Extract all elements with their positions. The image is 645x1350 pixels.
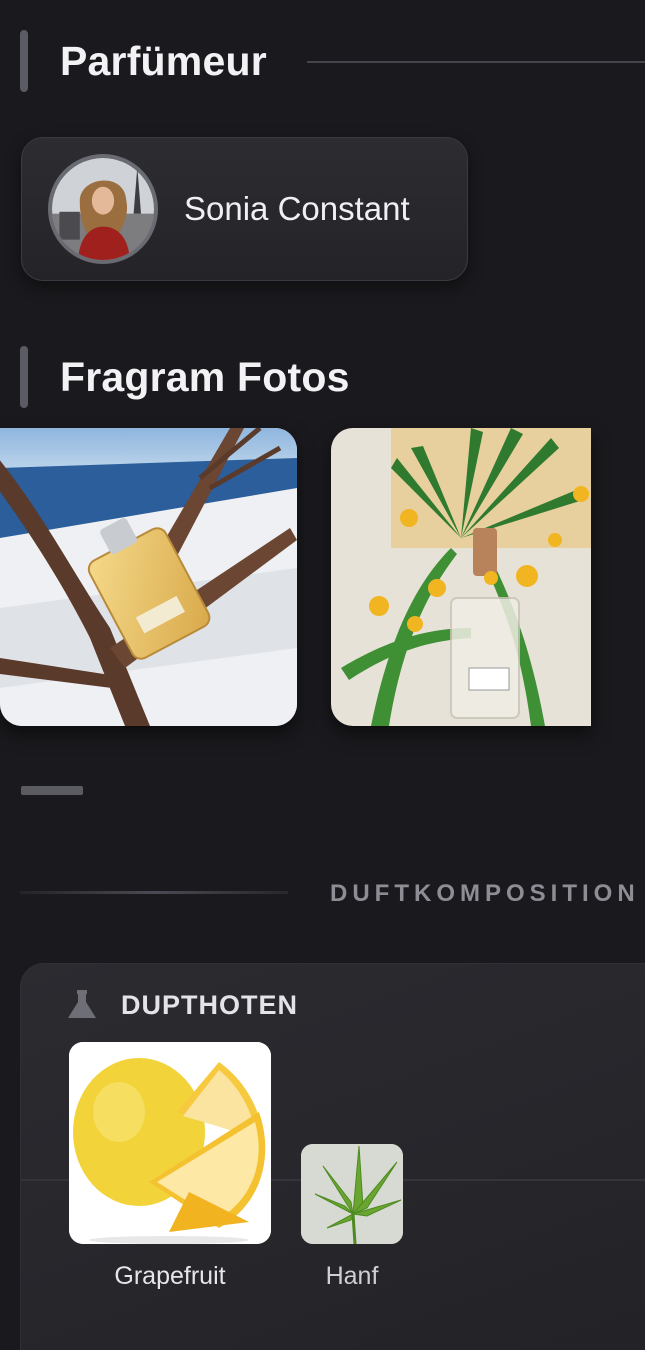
photo-perfume-branch[interactable] [0,428,297,726]
section-header-photos: Fragram Fotos [20,346,350,408]
section-header-perfumer: Parfümeur [20,30,267,92]
notes-card: DUPTHOTEN Grapefruit Hanf [20,963,645,1350]
avatar [48,154,158,264]
page: Parfümeur Sonia Constant Fragram Fotos D… [0,0,645,1350]
section-accent-bar [20,346,28,408]
note-item-hanf[interactable]: Hanf [301,1144,403,1291]
notes-header: DUPTHOTEN [65,988,298,1022]
section-accent-bar [20,30,28,92]
header-divider-line [307,61,645,63]
note-label: Grapefruit [114,1262,226,1290]
section-divider-dash [21,786,83,795]
section-title-photos: Fragram Fotos [60,353,350,400]
note-item-grapefruit[interactable]: Grapefruit [69,1042,271,1291]
photo-perfume-flowers[interactable] [331,428,591,726]
composition-rule-line [20,891,288,894]
perfumer-name: Sonia Constant [184,190,410,227]
notes-title: DUPTHOTEN [121,989,298,1020]
perfumer-card[interactable]: Sonia Constant [21,137,468,281]
hemp-leaf-image [301,1144,403,1244]
grapefruit-image [69,1042,271,1244]
section-title-perfumer: Parfümeur [60,37,267,84]
note-label: Hanf [325,1262,379,1290]
flask-icon [68,990,96,1018]
composition-label: DUFTKOMPOSITION [330,880,640,907]
